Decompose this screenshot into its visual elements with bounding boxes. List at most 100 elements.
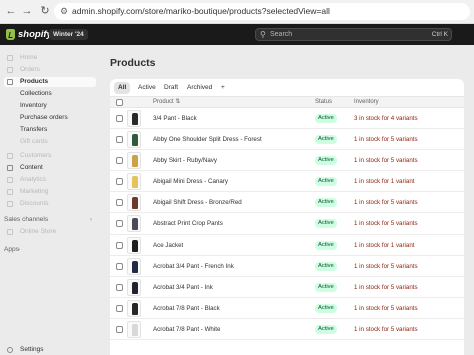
tab-all[interactable]: All — [114, 82, 131, 94]
row-checkbox[interactable] — [116, 283, 123, 291]
product-name[interactable]: Abigail Mini Dress - Canary — [153, 171, 228, 192]
sidebar-item-orders[interactable]: Orders — [4, 65, 96, 75]
sidebar-item-label: Purchase orders — [20, 114, 68, 121]
chevron-right-icon[interactable]: › — [18, 247, 20, 253]
row-checkbox[interactable] — [116, 157, 123, 165]
sales-channels-heading: Sales channels — [4, 216, 49, 223]
product-thumbnail[interactable] — [127, 257, 141, 275]
table-row[interactable]: Abstract Print Crop Pants Active 1 in stoc… — [110, 213, 464, 235]
sidebar-item-analytics[interactable]: Analytics — [4, 175, 96, 185]
sidebar-item-label: Orders — [20, 66, 40, 73]
row-checkbox[interactable] — [116, 199, 123, 207]
column-header-status[interactable]: Status — [315, 97, 332, 108]
sidebar-item-label: Online Store — [20, 228, 57, 235]
sidebar-item-gift-cards[interactable]: Gift cards — [4, 137, 96, 147]
product-thumbnail[interactable] — [127, 236, 141, 254]
orders-icon — [7, 67, 13, 73]
select-all-checkbox[interactable] — [116, 99, 123, 106]
table-row[interactable]: Acrobat 3/4 Pant - French Ink Active 1 in … — [110, 256, 464, 277]
tab-active[interactable]: Active — [134, 82, 160, 94]
browser-toolbar: ← → ↻ ⚙ admin.shopify.com/store/mariko-b… — [0, 0, 474, 24]
column-header-product[interactable]: Product ⇅ — [153, 97, 180, 108]
product-name[interactable]: 3/4 Pant - Black — [153, 108, 197, 129]
sidebar-item-marketing[interactable]: Marketing — [4, 187, 96, 197]
table-row[interactable]: Abby One Shoulder Split Dress - Forest Ac… — [110, 129, 464, 151]
product-thumbnail[interactable] — [127, 152, 141, 170]
table-row[interactable]: Acrobat 7/8 Pant - White Active 1 in stock… — [110, 319, 464, 341]
product-thumbnail[interactable] — [127, 131, 141, 149]
status-badge: Active — [315, 156, 337, 166]
sidebar-item-inventory[interactable]: Inventory — [4, 101, 96, 111]
table-row[interactable]: Abby Skirt - Ruby/Navy Active 1 in stock f… — [110, 150, 464, 172]
row-checkbox[interactable] — [116, 178, 123, 186]
product-name[interactable]: Abby Skirt - Ruby/Navy — [153, 150, 217, 171]
sidebar-item-online-store[interactable]: Online Store — [4, 227, 96, 237]
product-name[interactable]: Abigail Shift Dress - Bronze/Red — [153, 192, 242, 213]
sidebar-item-home[interactable]: Home — [4, 53, 96, 63]
table-row[interactable]: Acrobat 3/4 Pant - Ink Active 1 in stock f… — [110, 277, 464, 298]
sidebar-item-settings[interactable]: Settings — [4, 345, 96, 355]
sidebar-item-transfers[interactable]: Transfers — [4, 125, 96, 135]
sidebar-item-customers[interactable]: Customers — [4, 151, 96, 161]
product-name[interactable]: Ace Jacket — [153, 235, 183, 256]
shopify-logo[interactable]: shopify — [6, 28, 52, 41]
page-title: Products — [110, 57, 156, 69]
sidebar-item-label: Settings — [20, 346, 44, 353]
chevron-right-icon[interactable]: › — [90, 217, 92, 223]
product-thumbnail[interactable] — [127, 299, 141, 317]
tab-archived[interactable]: Archived — [183, 82, 216, 94]
sidebar-item-label: Gift cards — [20, 138, 48, 145]
sidebar-item-collections[interactable]: Collections — [4, 89, 96, 99]
site-info-icon[interactable]: ⚙ — [60, 6, 68, 17]
product-thumbnail[interactable] — [127, 194, 141, 212]
address-bar[interactable]: ⚙ admin.shopify.com/store/mariko-boutiqu… — [54, 3, 470, 20]
table-row[interactable]: Abigail Mini Dress - Canary Active 1 in st… — [110, 171, 464, 193]
table-row[interactable]: 3/4 Pant - Black Active 3 in stock for 4 v… — [110, 108, 464, 130]
status-badge: Active — [315, 135, 337, 145]
table-row[interactable]: Abigail Shift Dress - Bronze/Red Active 1 … — [110, 192, 464, 214]
inventory-text: 1 in stock for 1 variant — [354, 241, 415, 249]
sidebar-item-label: Products — [20, 78, 49, 85]
sidebar-item-discounts[interactable]: Discounts — [4, 199, 96, 209]
sidebar-item-label: Analytics — [20, 176, 47, 183]
search-input[interactable]: ⚲ Search Ctrl K — [255, 28, 452, 41]
forward-arrow-icon[interactable]: → — [20, 4, 34, 18]
row-checkbox[interactable] — [116, 262, 123, 270]
tab-draft[interactable]: Draft — [160, 82, 182, 94]
product-image — [132, 134, 138, 147]
product-name[interactable]: Abby One Shoulder Split Dress - Forest — [153, 129, 262, 150]
address-url[interactable]: admin.shopify.com/store/mariko-boutique/… — [72, 6, 330, 17]
add-view-button[interactable]: + — [217, 82, 229, 94]
table-row[interactable]: Ace Jacket Active 1 in stock for 1 variant — [110, 235, 464, 256]
row-checkbox[interactable] — [116, 220, 123, 228]
product-thumbnail[interactable] — [127, 278, 141, 296]
product-name[interactable]: Acrobat 7/8 Pant - Black — [153, 298, 220, 319]
table-row[interactable]: Acrobat 7/8 Pant - Black Active 1 in stock… — [110, 298, 464, 319]
edition-badge[interactable]: Winter '24 — [49, 29, 88, 40]
column-header-inventory[interactable]: Inventory — [354, 97, 379, 108]
product-name[interactable]: Abstract Print Crop Pants — [153, 213, 223, 234]
row-checkbox[interactable] — [116, 304, 123, 312]
row-checkbox[interactable] — [116, 115, 123, 122]
row-checkbox[interactable] — [116, 325, 123, 333]
product-thumbnail[interactable] — [127, 110, 141, 127]
product-name[interactable]: Acrobat 3/4 Pant - Ink — [153, 277, 213, 298]
row-checkbox[interactable] — [116, 136, 123, 144]
row-checkbox[interactable] — [116, 241, 123, 249]
product-image — [132, 281, 138, 294]
inventory-text: 1 in stock for 5 variants — [354, 325, 418, 333]
sidebar-item-purchase-orders[interactable]: Purchase orders — [4, 113, 96, 123]
reload-icon[interactable]: ↻ — [38, 4, 52, 18]
product-name[interactable]: Acrobat 7/8 Pant - White — [153, 319, 220, 340]
product-rows: 3/4 Pant - Black Active 3 in stock for 4 v… — [110, 108, 464, 341]
sidebar-item-products[interactable]: Products — [4, 77, 96, 87]
product-name[interactable]: Acrobat 3/4 Pant - French Ink — [153, 256, 234, 277]
product-thumbnail[interactable] — [127, 215, 141, 233]
sidebar-item-label: Discounts — [20, 200, 49, 207]
back-arrow-icon[interactable]: ← — [4, 4, 18, 18]
product-image — [132, 323, 138, 336]
product-thumbnail[interactable] — [127, 173, 141, 191]
sidebar-item-content[interactable]: Content — [4, 163, 96, 173]
sidebar-item-label: Transfers — [20, 126, 48, 133]
product-thumbnail[interactable] — [127, 320, 141, 338]
